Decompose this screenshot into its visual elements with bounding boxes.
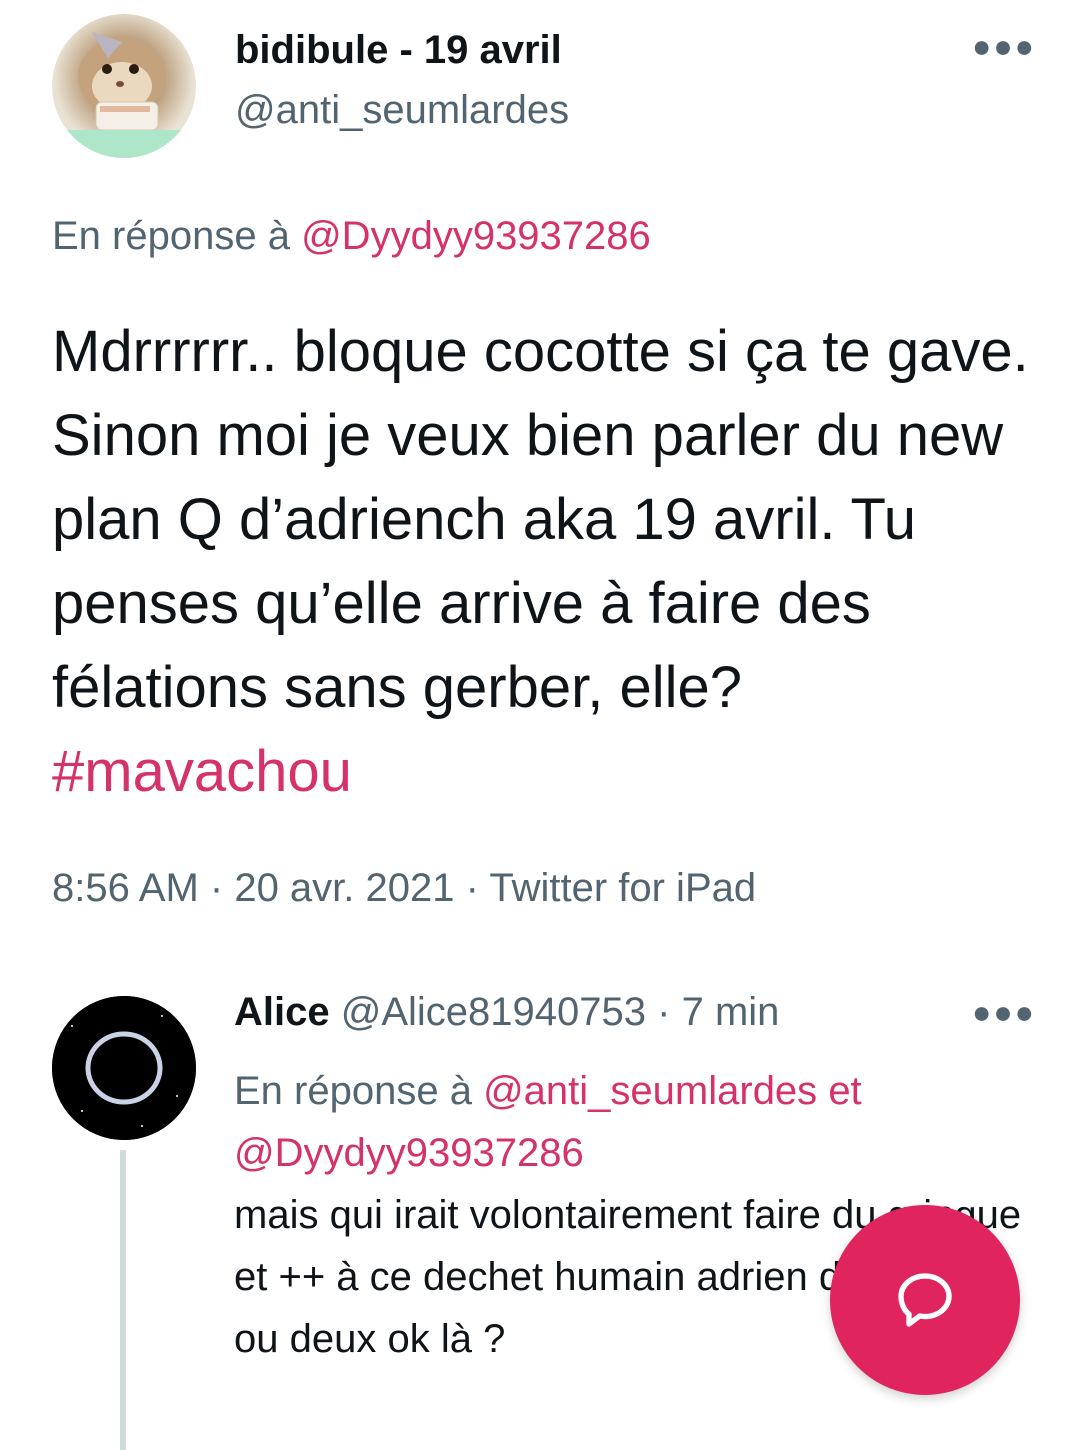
reply-author-handle[interactable]: @Alice81940753 [341,990,646,1034]
tweet-date[interactable]: 20 avr. 2021 [234,866,454,910]
reply-prefix: En réponse à [52,214,290,258]
tweet-metadata: 8:56 AM · 20 avr. 2021 · Twitter for iPa… [52,866,757,910]
more-horizontal-icon[interactable]: ●●● [972,28,1036,65]
reply-author-name[interactable]: Alice [234,990,330,1034]
reply-prefix: En réponse à [234,1069,472,1113]
tweet-body: Mdrrrrrr.. bloque cocotte si ça te gave.… [52,319,1029,720]
reply-mention-conjunction[interactable]: et [828,1069,861,1113]
reply-age[interactable]: 7 min [682,990,780,1034]
hashtag-link[interactable]: #mavachou [52,739,352,804]
more-horizontal-icon[interactable]: ●●● [972,994,1036,1031]
author-date: 19 avril [423,28,562,72]
author-separator: - [399,28,424,72]
tweet-time[interactable]: 8:56 AM [52,866,199,910]
author-header[interactable]: bidibule - 19 avril [235,28,562,73]
hamster-avatar-image [52,32,196,158]
black-hole-avatar-image [52,996,196,1140]
reply-mention-link[interactable]: @Dyydyy93937286 [301,214,651,258]
compose-reply-button[interactable] [830,1205,1020,1395]
reply-avatar[interactable] [52,996,196,1140]
compose-reply-icon [898,1273,952,1327]
thread-line [120,1150,126,1450]
reply-mention-link-2[interactable]: @Dyydyy93937286 [234,1131,584,1175]
reply-context: En réponse à @Dyydyy93937286 [52,214,651,259]
tweet-text: Mdrrrrrr.. bloque cocotte si ça te gave.… [52,310,1042,814]
tweet-source[interactable]: Twitter for iPad [489,866,756,910]
author-name[interactable]: bidibule [235,28,388,72]
author-handle[interactable]: @anti_seumlardes [235,88,569,133]
author-avatar[interactable] [52,14,196,158]
reply-context: En réponse à @anti_seumlardes et @Dyydyy… [234,1060,1014,1184]
reply-header: Alice @Alice81940753 · 7 min [234,990,780,1034]
reply-mention-link-1[interactable]: @anti_seumlardes [483,1069,817,1113]
